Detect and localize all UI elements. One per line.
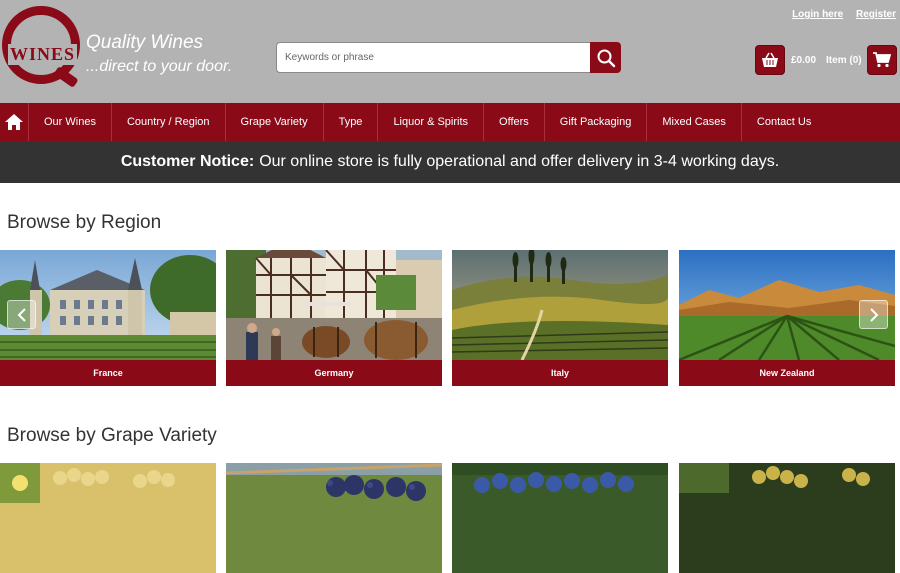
nav-item-mixed-cases[interactable]: Mixed Cases — [647, 103, 742, 141]
nav-item-gift-packaging[interactable]: Gift Packaging — [545, 103, 648, 141]
nav-item-contact-us[interactable]: Contact Us — [742, 103, 826, 141]
grape-image-2 — [226, 463, 442, 573]
site-logo[interactable]: WINES — [2, 6, 82, 94]
carousel-prev-button[interactable] — [7, 300, 36, 329]
nav-item-our-wines[interactable]: Our Wines — [29, 103, 112, 141]
region-image-germany — [226, 250, 442, 360]
grape-section-title: Browse by Grape Variety — [7, 425, 217, 446]
chevron-right-icon — [869, 307, 878, 322]
region-label-france[interactable]: France — [0, 360, 216, 386]
region-label-new-zealand[interactable]: New Zealand — [679, 360, 895, 386]
nav-item-grape-variety[interactable]: Grape Variety — [226, 103, 324, 141]
chevron-left-icon — [17, 307, 26, 322]
notice-heading: Customer Notice: — [120, 153, 255, 170]
tagline-line-1: Quality Wines — [86, 32, 204, 53]
logo-text: WINES — [8, 44, 78, 65]
tagline: Quality Wines ...direct to your door. — [86, 32, 232, 76]
cart-item-count[interactable]: Item (0) — [826, 55, 862, 66]
grape-tile-2[interactable] — [226, 463, 442, 573]
register-link[interactable]: Register — [856, 9, 896, 20]
grape-tile-4[interactable] — [679, 463, 895, 573]
nav-item-offers[interactable]: Offers — [484, 103, 545, 141]
region-label-germany[interactable]: Germany — [226, 360, 442, 386]
customer-notice-banner: Customer Notice: Our online store is ful… — [0, 141, 900, 183]
home-button[interactable] — [0, 103, 29, 141]
nav-item-country-region[interactable]: Country / Region — [112, 103, 226, 141]
account-links: Login here Register — [782, 9, 896, 20]
region-image-italy — [452, 250, 668, 360]
notice-text: Our online store is fully operational an… — [259, 153, 780, 170]
shopping-cart-icon — [872, 52, 891, 68]
login-link[interactable]: Login here — [792, 9, 843, 20]
tagline-line-2: ...direct to your door. — [86, 58, 233, 75]
basket-button[interactable] — [755, 45, 785, 75]
nav-item-type[interactable]: Type — [324, 103, 379, 141]
grape-tile-1[interactable] — [0, 463, 216, 573]
grape-tile-3[interactable] — [452, 463, 668, 573]
basket-icon — [762, 52, 778, 67]
search-icon — [597, 49, 615, 67]
region-tile-germany[interactable]: Germany — [226, 250, 442, 386]
carousel-next-button[interactable] — [859, 300, 888, 329]
cart-button[interactable] — [866, 45, 897, 75]
nav-item-liquor-spirits[interactable]: Liquor & Spirits — [378, 103, 485, 141]
grape-image-4 — [679, 463, 895, 573]
region-tile-italy[interactable]: Italy — [452, 250, 668, 386]
grape-image-3 — [452, 463, 668, 573]
site-header: WINES Quality Wines ...direct to your do… — [0, 0, 900, 103]
main-nav: Our Wines Country / Region Grape Variety… — [0, 103, 900, 141]
cart-area: £0.00 Item (0) — [755, 45, 897, 75]
region-section-title: Browse by Region — [7, 212, 162, 233]
search-input[interactable] — [276, 42, 590, 73]
cart-total: £0.00 — [791, 54, 817, 66]
region-label-italy[interactable]: Italy — [452, 360, 668, 386]
search-button[interactable] — [590, 42, 621, 73]
home-icon — [5, 114, 23, 130]
grape-image-1 — [0, 463, 216, 573]
search-bar — [276, 42, 621, 73]
